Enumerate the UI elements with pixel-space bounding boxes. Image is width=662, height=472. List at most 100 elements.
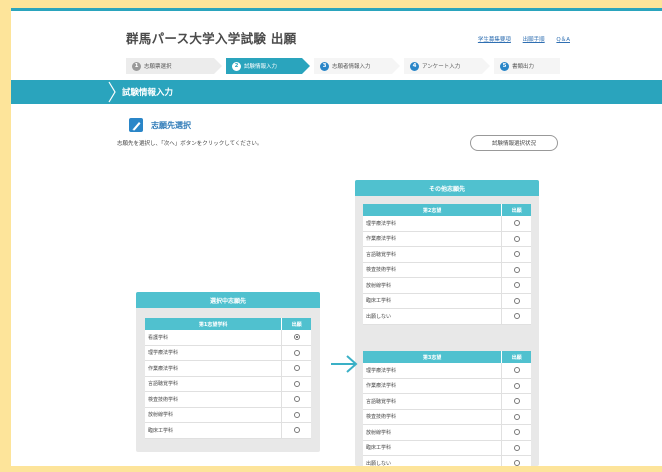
apply-radio[interactable] — [293, 349, 300, 356]
department-name: 臨床工学科 — [366, 298, 392, 305]
step-label-2: 試験情報入力 — [244, 64, 278, 70]
col-header-second-choice: 第2志望 — [363, 204, 502, 216]
apply-radio[interactable] — [513, 266, 520, 273]
apply-radio[interactable] — [513, 297, 520, 304]
table-row[interactable]: 言語聴覚学科 — [145, 376, 311, 392]
link-faq[interactable]: Q＆A — [556, 37, 570, 43]
apply-radio[interactable] — [513, 367, 520, 374]
department-name: 出願しない — [366, 313, 392, 320]
header-links: 学生募集要項 出願手順 Q＆A — [468, 35, 570, 43]
table-row[interactable]: 検査技術学科 — [363, 262, 531, 278]
apply-radio[interactable] — [293, 380, 300, 387]
department-name: 看護学科 — [148, 334, 169, 341]
step-number-4: 4 — [410, 61, 419, 71]
link-guidelines[interactable]: 学生募集要項 — [478, 37, 511, 43]
step-number-3: 3 — [320, 61, 329, 71]
step-5: 5 書類出力 — [494, 58, 560, 74]
apply-radio[interactable] — [293, 365, 300, 372]
step-3: 3 志願者情報入力 — [314, 58, 392, 74]
table-row[interactable]: 放射線学科 — [145, 407, 311, 423]
apply-radio[interactable] — [293, 396, 300, 403]
selected-choice-panel: 選択中志願先 第1志望学科 出願 看護学科 理学療法学科 作業療法学科 言語聴覚学科検… — [136, 292, 320, 452]
apply-cell — [281, 345, 311, 360]
apply-cell — [281, 407, 311, 422]
step-label-1: 志願票選択 — [144, 64, 172, 70]
department-name: 臨床工学科 — [366, 445, 392, 452]
step-number-5: 5 — [500, 61, 509, 71]
table-row[interactable]: 理学療法学科 — [363, 363, 531, 379]
apply-radio[interactable] — [513, 413, 520, 420]
table-row[interactable]: 出願しない — [363, 309, 531, 325]
page-title: 群馬パース大学入学試験 出願 — [126, 31, 297, 46]
table-row[interactable]: 臨床工学科 — [363, 293, 531, 309]
table-row[interactable]: 作業療法学科 — [363, 231, 531, 247]
apply-radio[interactable] — [293, 411, 300, 418]
step-2-chevron — [302, 58, 310, 74]
section-title: 志願先選択 — [151, 121, 191, 130]
apply-cell — [281, 392, 311, 407]
apply-radio[interactable] — [513, 460, 520, 466]
step-label-5: 書類出力 — [512, 64, 535, 70]
link-procedure[interactable]: 出願手順 — [523, 37, 545, 43]
selection-status-button[interactable]: 試験情報選択状況 — [470, 135, 558, 151]
apply-radio[interactable] — [293, 427, 300, 434]
step-1: 1 志願票選択 — [126, 58, 214, 74]
apply-cell — [281, 361, 311, 376]
table-header: 第2志望 出願 — [363, 204, 531, 216]
table-row[interactable]: 作業療法学科 — [363, 378, 531, 394]
department-name: 検査技術学科 — [366, 267, 397, 274]
table-row[interactable]: 作業療法学科 — [145, 361, 311, 377]
col-header-first-choice: 第1志望学科 — [145, 318, 282, 330]
table-row[interactable]: 検査技術学科 — [145, 392, 311, 408]
apply-cell — [281, 330, 311, 345]
arrow-right-icon — [331, 355, 358, 373]
apply-cell — [501, 363, 531, 378]
department-name: 言語聴覚学科 — [148, 381, 179, 388]
department-name: 理学療法学科 — [148, 350, 179, 357]
apply-radio[interactable] — [513, 382, 520, 389]
apply-radio[interactable] — [513, 429, 520, 436]
other-choices-title: その他志願先 — [355, 180, 539, 196]
department-name: 放射線学科 — [148, 412, 174, 419]
table-row[interactable]: 臨床工学科 — [145, 423, 311, 439]
table-row[interactable]: 臨床工学科 — [363, 440, 531, 456]
step-label-3: 志願者情報入力 — [332, 64, 371, 70]
apply-cell — [501, 409, 531, 424]
apply-radio[interactable] — [513, 444, 520, 451]
apply-cell — [501, 231, 531, 246]
apply-radio[interactable] — [513, 398, 520, 405]
step-1-chevron — [214, 58, 222, 74]
apply-cell — [501, 309, 531, 324]
department-name: 出願しない — [366, 460, 392, 466]
apply-cell — [281, 423, 311, 438]
table-header: 第3志望 出願 — [363, 351, 531, 363]
apply-radio[interactable] — [513, 313, 520, 320]
apply-cell — [501, 278, 531, 293]
department-name: 言語聴覚学科 — [366, 398, 397, 405]
apply-radio[interactable] — [513, 220, 520, 227]
table-row[interactable]: 言語聴覚学科 — [363, 247, 531, 263]
step-progress: 1 志願票選択 2 試験情報入力 3 志願者情報入力 4 アンケート入力 5 書… — [126, 58, 561, 74]
step-number-1: 1 — [132, 61, 141, 71]
banner-title: 試験情報入力 — [122, 88, 174, 98]
apply-cell — [501, 247, 531, 262]
table-row[interactable]: 出願しない — [363, 456, 531, 466]
table-row[interactable]: 言語聴覚学科 — [363, 394, 531, 410]
step-2: 2 試験情報入力 — [226, 58, 302, 74]
table-row[interactable]: 看護学科 — [145, 330, 311, 346]
department-name: 作業療法学科 — [366, 236, 397, 243]
step-3-chevron — [392, 58, 400, 74]
table-row[interactable]: 理学療法学科 — [363, 216, 531, 232]
table-row[interactable]: 検査技術学科 — [363, 409, 531, 425]
apply-radio[interactable] — [513, 235, 520, 242]
table-row[interactable]: 放射線学科 — [363, 278, 531, 294]
apply-radio[interactable] — [293, 334, 300, 341]
table-header: 第1志望学科 出願 — [145, 318, 311, 330]
apply-cell — [501, 293, 531, 308]
apply-radio[interactable] — [513, 251, 520, 258]
apply-cell — [281, 376, 311, 391]
table-row[interactable]: 理学療法学科 — [145, 345, 311, 361]
department-name: 検査技術学科 — [148, 396, 179, 403]
table-row[interactable]: 放射線学科 — [363, 425, 531, 441]
apply-radio[interactable] — [513, 282, 520, 289]
